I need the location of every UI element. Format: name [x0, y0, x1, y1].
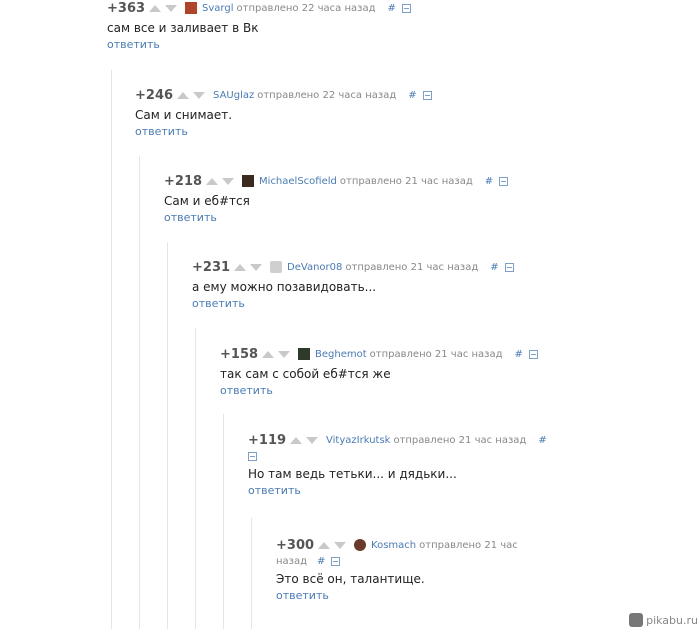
permalink[interactable]: #	[515, 349, 523, 360]
permalink[interactable]: #	[485, 176, 493, 187]
comment-text: Но там ведь тетьки... и дядьки...	[248, 467, 457, 481]
comment-text: сам все и заливает в Вк	[107, 21, 259, 35]
comment-rating: +231	[192, 259, 231, 275]
sent-time: отправлено 22 часа назад	[257, 89, 397, 101]
permalink[interactable]: #	[538, 435, 546, 446]
comment: +300 Kosmach отправлено 21 час назад # Э…	[276, 536, 530, 603]
sent-time: отправлено 21 час назад	[369, 348, 503, 360]
reply-link[interactable]: ответить	[248, 484, 553, 497]
comment-text: Это всё он, талантище.	[276, 572, 425, 586]
collapse-icon[interactable]	[499, 176, 509, 186]
upvote-icon[interactable]	[262, 350, 275, 358]
author-link[interactable]: Kosmach	[371, 540, 416, 551]
author-link[interactable]: MichaelScofield	[259, 176, 337, 187]
downvote-icon[interactable]	[165, 4, 178, 12]
comment-rating: +246	[135, 87, 174, 103]
comment: +363 Svargl отправлено 22 часа назад # с…	[107, 0, 411, 51]
comment-rating: +158	[220, 346, 259, 362]
upvote-icon[interactable]	[149, 4, 162, 12]
thread-line	[251, 518, 252, 629]
comment-rating: +119	[248, 432, 287, 448]
collapse-icon[interactable]	[331, 556, 341, 566]
comment: +119 VityazIrkutsk отправлено 21 час наз…	[248, 431, 553, 497]
comment: +246 SAUglaz отправлено 22 часа назад # …	[135, 86, 432, 138]
sent-time-continued: назад	[276, 555, 308, 567]
downvote-icon[interactable]	[278, 350, 291, 358]
thread-line	[167, 242, 168, 629]
comment-text: а ему можно позавидовать...	[192, 280, 377, 294]
upvote-icon[interactable]	[177, 91, 190, 99]
author-link[interactable]: SAUglaz	[213, 90, 254, 101]
author-link[interactable]: Svargl	[202, 3, 233, 14]
reply-link[interactable]: ответить	[107, 38, 411, 51]
thread-line	[195, 328, 196, 629]
pikabu-logo-icon	[629, 613, 644, 627]
downvote-icon[interactable]	[222, 177, 235, 185]
comment: +158 Beghemot отправлено 21 час назад # …	[220, 345, 538, 397]
reply-link[interactable]: ответить	[164, 211, 508, 224]
avatar[interactable]	[185, 2, 198, 14]
upvote-icon[interactable]	[290, 436, 303, 444]
sent-time: отправлено 21 час назад	[339, 175, 473, 187]
avatar[interactable]	[298, 348, 311, 360]
downvote-icon[interactable]	[306, 436, 319, 444]
comment-rating: +218	[164, 173, 203, 189]
sent-time: отправлено 22 часа назад	[236, 2, 376, 14]
comment: +231 DeVanor08 отправлено 21 час назад #…	[192, 258, 514, 310]
collapse-icon[interactable]	[422, 90, 432, 100]
reply-link[interactable]: ответить	[220, 384, 538, 397]
sent-time: отправлено 21 час	[419, 539, 518, 551]
downvote-icon[interactable]	[193, 91, 206, 99]
thread-line	[111, 70, 112, 629]
downvote-icon[interactable]	[334, 541, 347, 549]
avatar[interactable]	[270, 261, 283, 273]
comment: +218 MichaelScofield отправлено 21 час н…	[164, 172, 509, 224]
comment-rating: +300	[276, 537, 315, 553]
sent-time: отправлено 21 час назад	[345, 261, 479, 273]
upvote-icon[interactable]	[318, 541, 331, 549]
reply-link[interactable]: ответить	[135, 125, 432, 138]
collapse-icon[interactable]	[528, 349, 538, 359]
author-link[interactable]: VityazIrkutsk	[326, 435, 390, 446]
avatar[interactable]	[242, 175, 255, 187]
thread-line	[139, 156, 140, 629]
reply-link[interactable]: ответить	[192, 297, 514, 310]
comment-text: Сам и снимает.	[135, 108, 233, 122]
collapse-icon[interactable]	[504, 262, 514, 272]
permalink[interactable]: #	[408, 90, 416, 101]
collapse-icon[interactable]	[248, 451, 257, 461]
downvote-icon[interactable]	[250, 263, 263, 271]
watermark: pikabu.ru	[629, 613, 698, 627]
watermark-text: pikabu.ru	[646, 613, 698, 627]
avatar[interactable]	[354, 539, 367, 551]
thread-line	[223, 414, 224, 629]
collapse-icon[interactable]	[401, 3, 411, 13]
author-link[interactable]: Beghemot	[315, 349, 367, 360]
permalink[interactable]: #	[317, 556, 325, 567]
comment-rating: +363	[107, 0, 146, 16]
upvote-icon[interactable]	[234, 263, 247, 271]
author-link[interactable]: DeVanor08	[287, 262, 342, 273]
upvote-icon[interactable]	[206, 177, 219, 185]
comment-text: Сам и еб#тся	[164, 194, 250, 208]
comment-text: так сам с собой еб#тся же	[220, 367, 391, 381]
sent-time: отправлено 21 час назад	[393, 434, 527, 446]
reply-link[interactable]: ответить	[276, 589, 530, 602]
permalink[interactable]: #	[388, 3, 396, 14]
permalink[interactable]: #	[490, 262, 498, 273]
